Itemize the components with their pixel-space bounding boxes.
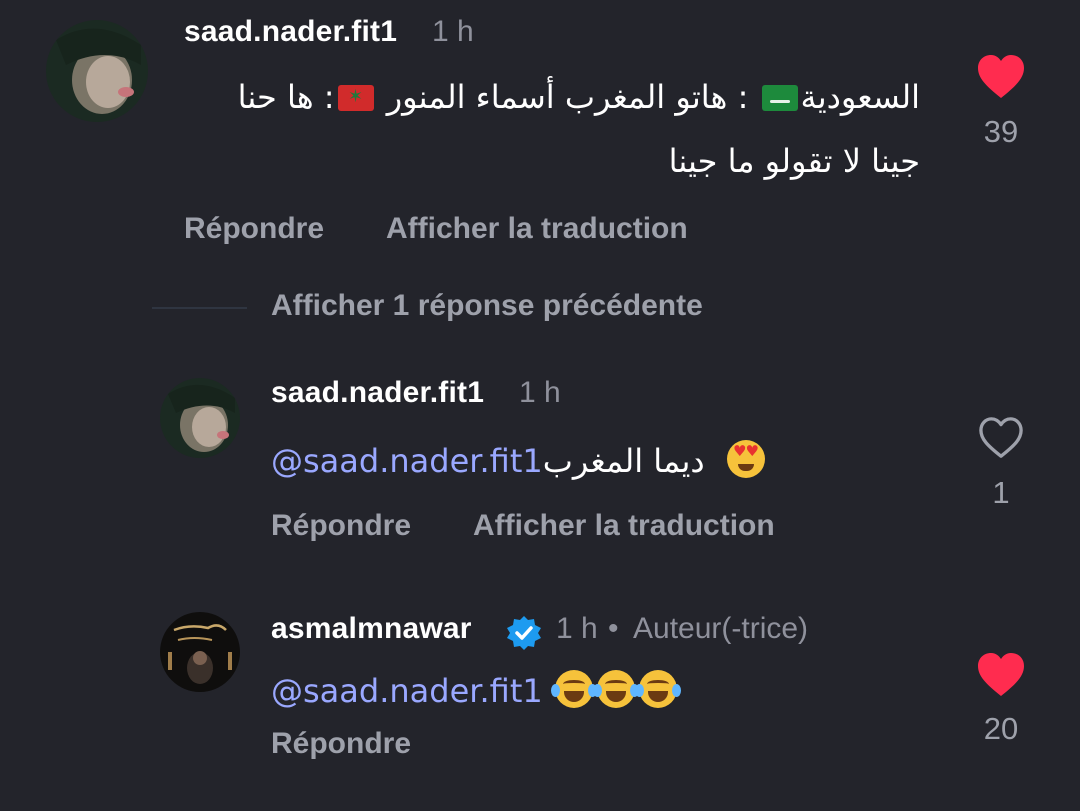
heart-outline-icon[interactable]	[977, 416, 1025, 460]
morocco-flag-icon	[337, 85, 374, 111]
heart-filled-icon[interactable]	[976, 652, 1026, 698]
reply-button[interactable]: Répondre	[184, 212, 324, 246]
avatar[interactable]	[160, 612, 240, 692]
reply-button[interactable]: Répondre	[271, 509, 411, 543]
heart-filled-icon[interactable]	[976, 54, 1026, 100]
heart-eyes-emoji-icon	[727, 440, 765, 478]
show-previous-replies-button[interactable]: Afficher 1 réponse précédente	[271, 289, 703, 323]
mention-link[interactable]: @saad.nader.fit1	[271, 442, 543, 480]
avatar[interactable]	[46, 20, 148, 122]
translate-button[interactable]: Afficher la traduction	[386, 212, 688, 246]
laughing-tears-emoji-icon	[550, 670, 597, 708]
saudi-flag-icon	[761, 85, 798, 111]
laughing-tears-emoji-icon	[634, 670, 681, 708]
avatar[interactable]	[160, 378, 240, 458]
comment-timestamp: 1 h	[432, 15, 474, 48]
translate-button[interactable]: Afficher la traduction	[473, 509, 775, 543]
thread-divider	[152, 307, 247, 309]
reply-text: @saad.nader.fit1 ديما المغرب	[271, 440, 767, 480]
like-count: 39	[983, 114, 1019, 149]
mention-link[interactable]: @saad.nader.fit1	[271, 672, 543, 710]
comment-username[interactable]: saad.nader.fit1	[184, 15, 397, 49]
meta-separator: •	[608, 612, 619, 645]
reply-username[interactable]: asmalmnawar	[271, 612, 472, 646]
reply-timestamp: 1 h	[556, 612, 598, 645]
laughing-tears-emoji-icon	[592, 670, 639, 708]
comment-text-part: السعودية	[800, 78, 920, 116]
comment-text-part: : ها حنا	[237, 78, 335, 116]
reply-text: @saad.nader.fit1	[271, 670, 681, 710]
like-count: 20	[983, 711, 1019, 746]
like-count: 1	[992, 475, 1010, 510]
comment-text-line2: جينا لا تقولو ما جينا	[668, 142, 920, 180]
comment-text-line1: السعودية : هاتو المغرب أسماء المنور : ها…	[238, 78, 920, 116]
reply-username[interactable]: saad.nader.fit1	[271, 376, 484, 410]
reply-button[interactable]: Répondre	[271, 727, 411, 761]
reply-timestamp: 1 h	[519, 376, 561, 409]
author-badge: Auteur(-trice)	[633, 612, 809, 645]
reply-text-arabic: ديما المغرب	[542, 442, 715, 480]
verified-badge-icon	[507, 616, 541, 650]
comment-text-part: : هاتو المغرب أسماء المنور	[376, 78, 759, 116]
